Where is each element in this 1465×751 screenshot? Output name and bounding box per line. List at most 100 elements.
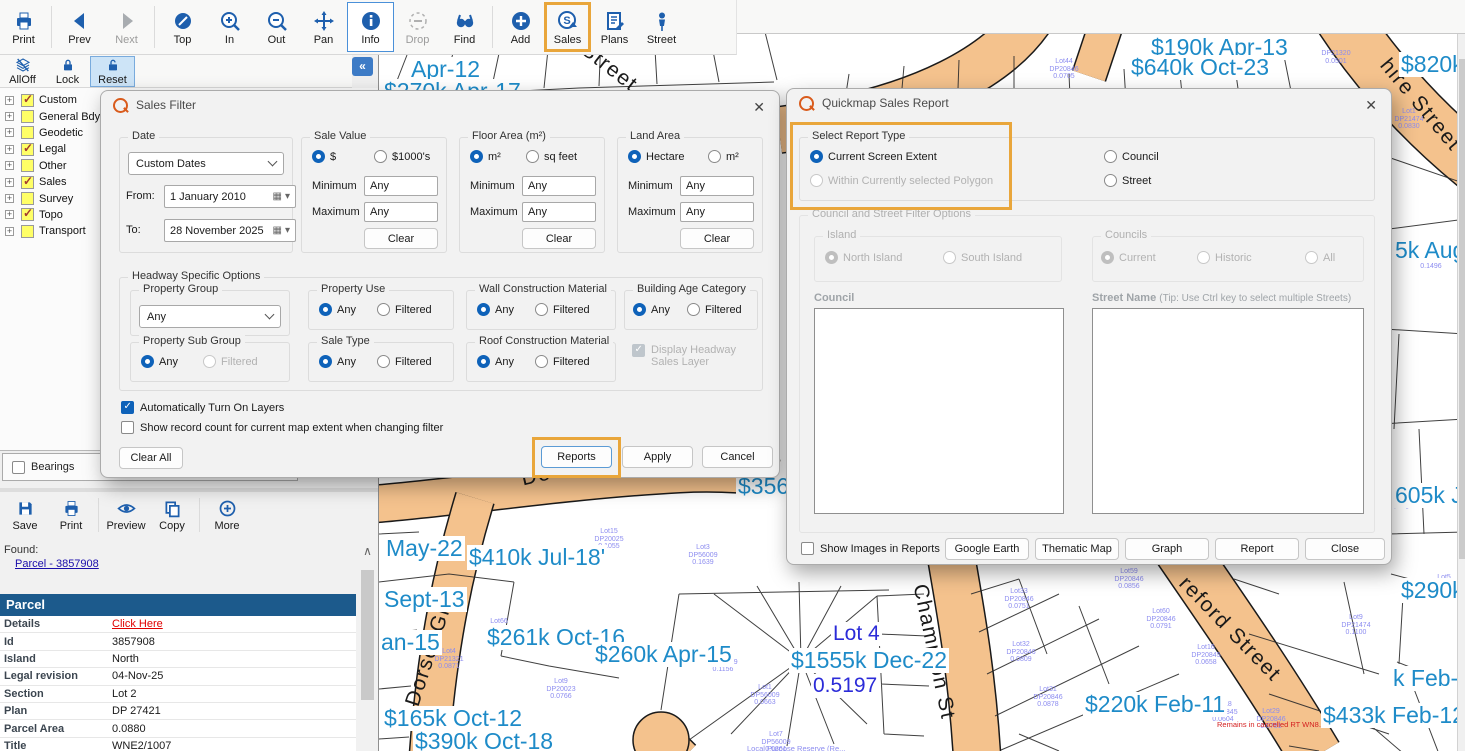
layer-checkbox[interactable] [21, 208, 34, 221]
building-age-any-radio[interactable]: Any [633, 303, 670, 316]
property-use-filtered-radio[interactable]: Filtered [377, 303, 432, 316]
property-use-any-radio[interactable]: Any [319, 303, 356, 316]
close-icon[interactable]: ✕ [1365, 97, 1377, 114]
collapse-panel-button[interactable]: « [352, 57, 373, 76]
layer-checkbox[interactable] [21, 110, 34, 123]
sale-type-filtered-radio[interactable]: Filtered [377, 355, 432, 368]
find-button[interactable]: Find [441, 2, 488, 52]
prev-button[interactable]: Prev [56, 2, 103, 52]
street-report-radio[interactable]: Street [1104, 174, 1151, 187]
found-parcel-link[interactable]: Parcel - 3857908 [15, 558, 99, 570]
info-button[interactable]: Info [347, 2, 394, 52]
sale-value-clear-button[interactable]: Clear [364, 228, 438, 249]
plans-button[interactable]: Plans [591, 2, 638, 52]
street-listbox[interactable] [1092, 308, 1364, 514]
expand-icon[interactable]: + [5, 194, 14, 203]
expand-icon[interactable]: + [5, 227, 14, 236]
scroll-up-icon[interactable]: ∧ [359, 544, 376, 558]
council-report-radio[interactable]: Council [1104, 150, 1159, 163]
calendar-icon[interactable]: ▦ [273, 225, 282, 236]
details-link[interactable]: Click Here [112, 618, 163, 630]
print-button[interactable]: Print [48, 493, 94, 537]
detail-scrollbar-thumb[interactable] [361, 570, 374, 700]
current-screen-extent-radio[interactable]: Current Screen Extent [810, 150, 937, 163]
report-button[interactable]: Report [1215, 538, 1299, 560]
building-age-filtered-radio[interactable]: Filtered [687, 303, 742, 316]
land-area-min-input[interactable]: Any [680, 176, 754, 196]
sales-filter-titlebar[interactable]: Sales Filter [101, 91, 779, 119]
sale-value-dollars-radio[interactable]: $ [312, 150, 336, 163]
land-area-m2-radio[interactable]: m² [708, 150, 739, 163]
date-from-field[interactable]: 1 January 2010 ▦▾ [164, 185, 296, 208]
wall-any-radio[interactable]: Any [477, 303, 514, 316]
alloff-button[interactable]: AllOff [0, 56, 45, 87]
dropdown-arrow-icon[interactable]: ▾ [285, 191, 290, 202]
layer-checkbox[interactable] [21, 143, 34, 156]
expand-icon[interactable]: + [5, 161, 14, 170]
close-button[interactable]: Close [1305, 538, 1385, 560]
copy-button[interactable]: Copy [149, 493, 195, 537]
dropdown-arrow-icon[interactable]: ▾ [285, 225, 290, 236]
council-listbox[interactable] [814, 308, 1064, 514]
date-to-field[interactable]: 28 November 2025 ▦▾ [164, 219, 296, 242]
graph-button[interactable]: Graph [1125, 538, 1209, 560]
land-area-clear-button[interactable]: Clear [680, 228, 754, 249]
floor-area-min-input[interactable]: Any [522, 176, 596, 196]
detail-scrollbar[interactable]: ∧ [359, 544, 376, 751]
add-button[interactable]: Add [497, 2, 544, 52]
cancel-button[interactable]: Cancel [702, 446, 773, 468]
expand-icon[interactable]: + [5, 128, 14, 137]
date-preset-dropdown[interactable]: Custom Dates [128, 152, 284, 175]
pan-button[interactable]: Pan [300, 2, 347, 52]
map-scrollbar-thumb[interactable] [1459, 59, 1465, 559]
lock-button[interactable]: Lock [45, 56, 90, 87]
auto-layers-check-icon[interactable] [121, 401, 134, 414]
layer-checkbox[interactable] [21, 94, 34, 107]
expand-icon[interactable]: + [5, 96, 14, 105]
bearings-checkbox[interactable] [12, 461, 25, 474]
apply-button[interactable]: Apply [622, 446, 693, 468]
map-vertical-scrollbar[interactable] [1457, 34, 1465, 751]
reports-button[interactable]: Reports [541, 446, 612, 468]
print-button[interactable]: Print [0, 2, 47, 52]
in-button[interactable]: In [206, 2, 253, 52]
show-images-checkbox[interactable] [801, 542, 814, 555]
expand-icon[interactable]: + [5, 178, 14, 187]
wall-filtered-radio[interactable]: Filtered [535, 303, 590, 316]
out-button[interactable]: Out [253, 2, 300, 52]
floor-area-m2-radio[interactable]: m² [470, 150, 501, 163]
sale-value-max-input[interactable]: Any [364, 202, 438, 222]
sale-value-min-input[interactable]: Any [364, 176, 438, 196]
layer-checkbox[interactable] [21, 225, 34, 238]
floor-area-max-input[interactable]: Any [522, 202, 596, 222]
sale-type-any-radio[interactable]: Any [319, 355, 356, 368]
expand-icon[interactable]: + [5, 210, 14, 219]
more-button[interactable]: More [204, 493, 250, 537]
sale-value-thousands-radio[interactable]: $1000's [374, 150, 430, 163]
layer-checkbox[interactable] [21, 126, 34, 139]
thematic-map-button[interactable]: Thematic Map [1035, 538, 1119, 560]
save-button[interactable]: Save [2, 493, 48, 537]
floor-area-clear-button[interactable]: Clear [522, 228, 596, 249]
roof-any-radio[interactable]: Any [477, 355, 514, 368]
show-images-row[interactable]: Show Images in Reports [801, 542, 940, 555]
clear-all-button[interactable]: Clear All [119, 447, 183, 469]
calendar-icon[interactable]: ▦ [273, 191, 282, 202]
close-icon[interactable]: ✕ [753, 99, 765, 116]
sales-button[interactable]: SSales [544, 2, 591, 52]
layer-checkbox[interactable] [21, 192, 34, 205]
preview-button[interactable]: Preview [103, 493, 149, 537]
expand-icon[interactable]: + [5, 145, 14, 154]
google-earth-button[interactable]: Google Earth [945, 538, 1029, 560]
roof-filtered-radio[interactable]: Filtered [535, 355, 590, 368]
property-sub-group-any-radio[interactable]: Any [141, 355, 178, 368]
record-count-checkbox[interactable] [121, 421, 134, 434]
layer-checkbox[interactable] [21, 176, 34, 189]
expand-icon[interactable]: + [5, 112, 14, 121]
top-button[interactable]: Top [159, 2, 206, 52]
street-button[interactable]: Street [638, 2, 685, 52]
record-count-row[interactable]: Show record count for current map extent… [121, 421, 443, 434]
land-area-hectare-radio[interactable]: Hectare [628, 150, 685, 163]
property-group-dropdown[interactable]: Any [139, 305, 281, 328]
reset-button[interactable]: Reset [90, 56, 135, 87]
